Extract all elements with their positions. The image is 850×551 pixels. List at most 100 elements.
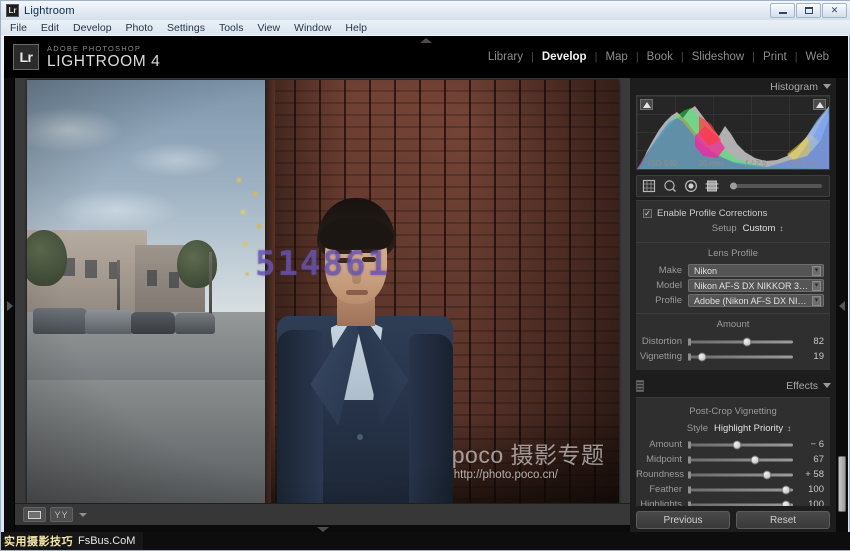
loupe-view-button[interactable] (23, 507, 46, 522)
lens-corrections-panel: ✓ Enable Profile Corrections Setup Custo… (636, 200, 830, 370)
red-eye-correction-icon[interactable] (684, 179, 698, 193)
lightroom-badge-icon: Lr (13, 44, 39, 70)
vignette-amount-row[interactable]: Amount − 6 (636, 437, 830, 452)
tool-amount-slider-knob[interactable] (730, 182, 737, 190)
chevron-down-icon[interactable]: ▾ (812, 295, 821, 306)
vignette-midpoint-row[interactable]: Midpoint 67 (636, 452, 830, 467)
menu-edit[interactable]: Edit (40, 22, 60, 34)
lens-make-select[interactable]: Nikon ▾ (688, 264, 824, 277)
vignette-roundness-row[interactable]: Roundness + 58 (636, 467, 830, 482)
left-panel-collapse-strip[interactable] (4, 78, 15, 534)
vignette-feather-row[interactable]: Feather 100 (636, 482, 830, 497)
lightroom-application: Lr ADOBE PHOTOSHOP LIGHTROOM 4 Library |… (4, 36, 848, 534)
photo-car (32, 308, 87, 334)
menu-help[interactable]: Help (344, 22, 368, 34)
left-panel-expand-arrow[interactable] (4, 297, 15, 315)
distortion-slider-knob[interactable] (742, 337, 752, 346)
graduated-filter-icon[interactable] (705, 179, 719, 193)
maximize-button[interactable] (796, 3, 821, 18)
vignette-feather-slider[interactable] (688, 485, 793, 494)
reset-button[interactable]: Reset (736, 511, 830, 529)
window-title: Lightroom (24, 4, 75, 17)
module-develop[interactable]: Develop (534, 51, 595, 63)
enable-profile-corrections-checkbox[interactable]: ✓ (643, 209, 652, 218)
status-bar-remainder (143, 532, 850, 550)
menu-window[interactable]: Window (293, 22, 332, 34)
chevron-down-icon[interactable] (823, 383, 831, 388)
vignetting-slider-row[interactable]: Vignetting 19 (636, 349, 830, 364)
vignette-feather-slider-knob[interactable] (781, 485, 791, 494)
effects-panel-header[interactable]: Effects (630, 377, 836, 394)
amount-title: Amount (716, 319, 750, 330)
photo-stage: 514861 poco 摄影专题 http://photo.poco.cn/ (15, 78, 630, 507)
histogram-exif-readout: ISO 640 35 mm ƒ / 2.5 1/50 sec (637, 159, 829, 168)
menu-file[interactable]: File (9, 22, 28, 34)
vignette-style-row[interactable]: Style Highlight Priority ↕ (636, 421, 830, 437)
vignette-roundness-slider-knob[interactable] (762, 470, 772, 479)
center-content-area: 514861 poco 摄影专题 http://photo.poco.cn/ Y… (15, 78, 630, 534)
menu-tools[interactable]: Tools (218, 22, 245, 34)
vignette-amount-slider-knob[interactable] (732, 440, 742, 449)
flag-filter-button[interactable]: YY (50, 507, 73, 522)
distortion-slider[interactable] (688, 337, 793, 346)
vignette-midpoint-slider-knob[interactable] (750, 455, 760, 464)
module-print[interactable]: Print (755, 51, 795, 63)
vignette-midpoint-slider[interactable] (688, 455, 793, 464)
develop-tool-strip (636, 175, 830, 197)
toolbar-dropdown-icon[interactable] (79, 512, 87, 517)
lens-profile-row[interactable]: Profile Adobe (Nikon AF-S DX NIKKO... ▾ (636, 293, 830, 308)
module-slideshow[interactable]: Slideshow (684, 51, 752, 63)
menu-settings[interactable]: Settings (166, 22, 206, 34)
vignette-amount-slider[interactable] (688, 440, 793, 449)
close-button[interactable]: ✕ (822, 3, 847, 18)
lens-profile-value: Adobe (Nikon AF-S DX NIKKO... (694, 295, 812, 306)
vignetting-slider[interactable] (688, 352, 793, 361)
tool-amount-slider[interactable] (730, 182, 822, 190)
distortion-slider-row[interactable]: Distortion 82 (636, 334, 830, 349)
menu-photo[interactable]: Photo (125, 22, 154, 34)
right-panel-expand-arrow[interactable] (836, 297, 847, 315)
updown-icon: ↕ (779, 223, 784, 233)
right-panel-collapse-strip[interactable] (836, 78, 848, 534)
title-bar: Lr Lightroom ✕ (1, 1, 850, 20)
highlight-clipping-indicator-icon[interactable] (813, 99, 826, 110)
menu-view[interactable]: View (256, 22, 281, 34)
chevron-right-icon (6, 301, 13, 311)
previous-button[interactable]: Previous (636, 511, 730, 529)
app-icon: Lr (6, 4, 19, 17)
module-library[interactable]: Library (480, 51, 531, 63)
setup-popup[interactable]: Custom ↕ (743, 223, 784, 234)
lens-profile-select[interactable]: Adobe (Nikon AF-S DX NIKKO... ▾ (688, 294, 824, 307)
vignette-style-popup[interactable]: Highlight Priority ↕ (714, 423, 791, 434)
lens-make-row[interactable]: Make Nikon ▾ (636, 263, 830, 278)
watermark-poco-brand: poco 摄影专题 (451, 441, 605, 468)
module-map[interactable]: Map (597, 51, 635, 63)
identity-plate[interactable]: Lr ADOBE PHOTOSHOP LIGHTROOM 4 (13, 44, 160, 70)
photo-window (146, 270, 157, 286)
os-window: Lr Lightroom ✕ File Edit Develop Photo S… (0, 0, 850, 551)
spot-removal-icon[interactable] (663, 179, 677, 193)
chevron-down-icon[interactable]: ▾ (812, 280, 821, 291)
lens-model-row[interactable]: Model Nikon AF-S DX NIKKOR 35mm... ▾ (636, 278, 830, 293)
vignetting-slider-knob[interactable] (697, 352, 707, 361)
shadow-clipping-indicator-icon[interactable] (640, 99, 653, 110)
module-web[interactable]: Web (798, 51, 837, 63)
vignette-amount-label: Amount (649, 439, 682, 450)
menu-develop[interactable]: Develop (72, 22, 113, 34)
lens-model-select[interactable]: Nikon AF-S DX NIKKOR 35mm... ▾ (688, 279, 824, 292)
module-book[interactable]: Book (639, 51, 681, 63)
histogram-panel-header[interactable]: Histogram (630, 78, 836, 95)
enable-profile-corrections-row[interactable]: ✓ Enable Profile Corrections (636, 206, 830, 221)
top-panel-collapse-arrow[interactable] (406, 36, 446, 44)
chevron-down-icon[interactable] (823, 84, 831, 89)
crop-overlay-icon[interactable] (642, 179, 656, 193)
minimize-button[interactable] (770, 3, 795, 18)
setup-row[interactable]: Setup Custom ↕ (636, 221, 830, 237)
photo-preview[interactable]: 514861 poco 摄影专题 http://photo.poco.cn/ (26, 80, 619, 507)
vignette-roundness-slider[interactable] (688, 470, 793, 479)
chevron-down-icon[interactable]: ▾ (812, 265, 821, 276)
panel-switch-icon[interactable] (636, 379, 644, 392)
histogram-graph[interactable]: ISO 640 35 mm ƒ / 2.5 1/50 sec (636, 95, 830, 170)
identity-product-name: LIGHTROOM 4 (47, 53, 161, 70)
right-panel-scrollbar-thumb[interactable] (838, 456, 846, 512)
